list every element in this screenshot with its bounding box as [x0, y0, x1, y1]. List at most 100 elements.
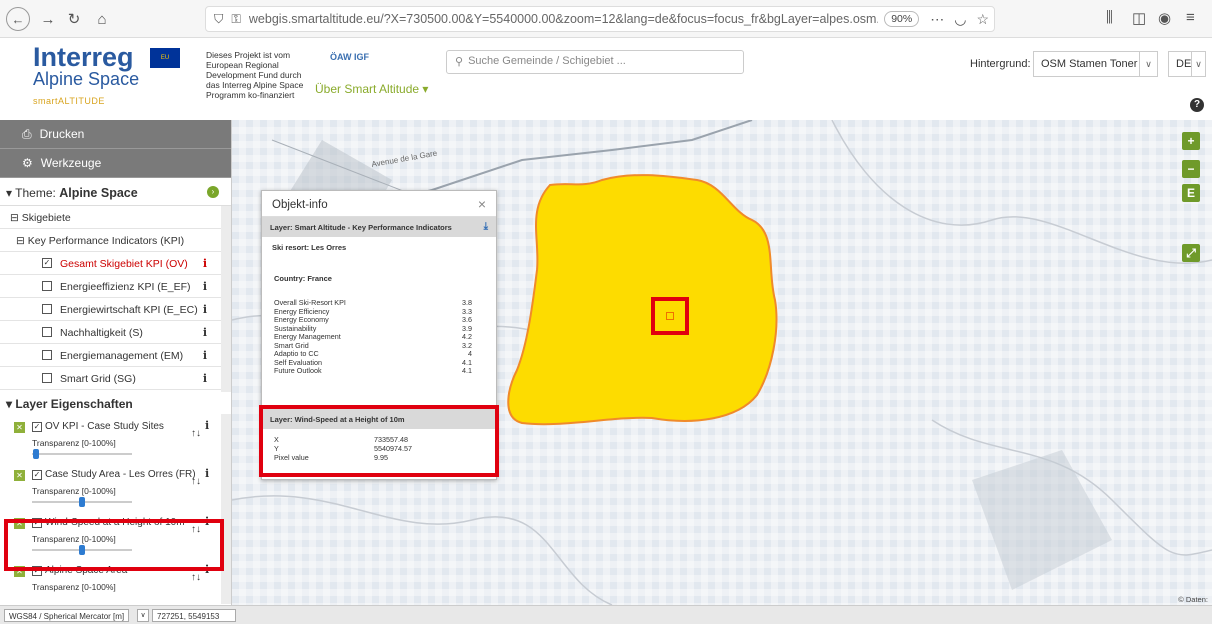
tree-node-kpi-group[interactable]: ⊟ Key Performance Indicators (KPI): [0, 229, 231, 252]
logo-text-alpine-space: Alpine Space: [33, 69, 140, 89]
zoom-level[interactable]: 90%: [884, 11, 920, 27]
tree-item-e-ef[interactable]: Energieeffizienz KPI (E_EF) i: [0, 275, 231, 298]
library-icon[interactable]: ⫼: [1106, 9, 1113, 26]
checkbox-checked[interactable]: ✓: [42, 258, 52, 268]
url-bar[interactable]: ⛉ ⚿ webgis.smartaltitude.eu/?X=730500.00…: [205, 6, 995, 32]
extent-button[interactable]: E: [1182, 184, 1200, 202]
info-icon[interactable]: i: [203, 303, 207, 316]
tree-item-s[interactable]: Nachhaltigkeit (S) i: [0, 321, 231, 344]
crs-select[interactable]: WGS84 / Spherical Mercator [m]: [4, 609, 130, 622]
app-header: Interreg EU Alpine Space smartALTITUDE D…: [0, 38, 1212, 120]
account-icon[interactable]: ◉: [1158, 9, 1171, 27]
download-icon[interactable]: ⤓: [484, 221, 488, 232]
layer-header-label: Layer: Smart Altitude - Key Performance …: [270, 223, 452, 232]
layer-properties-header[interactable]: ▾ Layer Eigenschaften: [0, 392, 231, 414]
close-icon[interactable]: ×: [478, 196, 486, 212]
transparency-slider[interactable]: [32, 497, 132, 507]
info-icon[interactable]: i: [205, 467, 209, 480]
theme-selector[interactable]: ▾ Theme: Alpine Space ›: [0, 178, 231, 206]
chevron-down-icon: ∨: [1139, 52, 1157, 76]
ueber-menu[interactable]: Über Smart Altitude ▾: [315, 82, 428, 96]
home-icon[interactable]: ⌂: [90, 7, 114, 31]
layer-scrollbar[interactable]: [221, 414, 231, 604]
reorder-arrows-icon[interactable]: ↑↓: [191, 572, 201, 583]
layer-properties-title: Layer Eigenschaften: [15, 397, 133, 411]
project-funding-text: Dieses Projekt ist vom European Regional…: [206, 50, 304, 100]
theme-name: Alpine Space: [59, 186, 138, 200]
background-select[interactable]: OSM Stamen Toner ∨: [1033, 51, 1158, 77]
print-button[interactable]: ⎙ Drucken: [0, 120, 231, 149]
remove-layer-icon[interactable]: ✕: [14, 422, 25, 433]
tools-button[interactable]: ⚙ Werkzeuge: [0, 149, 231, 178]
layer-name: OV KPI - Case Study Sites: [45, 421, 164, 432]
reorder-arrows-icon[interactable]: ↑↓: [191, 428, 201, 439]
fullscreen-button[interactable]: ⤢: [1182, 244, 1200, 262]
gears-icon: ⚙: [22, 156, 33, 170]
kpi-name: Future Outlook: [274, 366, 322, 375]
checkbox[interactable]: [42, 327, 52, 337]
info-icon[interactable]: i: [203, 372, 207, 385]
transparency-label: Transparenz [0-100%]: [32, 486, 116, 496]
slider-knob[interactable]: [79, 497, 85, 507]
layer-visibility-checkbox[interactable]: ✓: [32, 422, 42, 432]
info-icon[interactable]: i: [203, 257, 207, 270]
info-icon[interactable]: i: [203, 349, 207, 362]
transparency-slider[interactable]: [32, 449, 132, 459]
print-label: Drucken: [39, 127, 85, 141]
popup-layer-header-kpi: Layer: Smart Altitude - Key Performance …: [262, 217, 496, 237]
tree-node-label: Key Performance Indicators (KPI): [27, 235, 185, 247]
caret-down-icon: ▾: [422, 82, 429, 96]
caret-down-icon: ▾: [6, 397, 13, 411]
reload-icon[interactable]: ↻: [62, 7, 86, 31]
tree-item-label: Smart Grid (SG): [60, 373, 136, 385]
search-input[interactable]: ⚲ Suche Gemeinde / Schigebiet ...: [446, 50, 744, 74]
tree-item-ov[interactable]: ✓ Gesamt Skigebiet KPI (OV) i: [0, 252, 231, 275]
layer-name: Case Study Area - Les Orres (FR): [45, 469, 196, 480]
collapse-icon: ⊟: [16, 235, 25, 247]
help-icon[interactable]: ?: [1190, 98, 1204, 112]
checkbox[interactable]: [42, 373, 52, 383]
arrow-right-icon[interactable]: ›: [207, 186, 219, 198]
slider-knob[interactable]: [33, 449, 39, 459]
zoom-in-button[interactable]: +: [1182, 132, 1200, 150]
checkbox[interactable]: [42, 350, 52, 360]
language-value: DE: [1176, 58, 1192, 70]
tree-scrollbar[interactable]: [221, 206, 231, 392]
layer-properties-list: ✕ ✓ OV KPI - Case Study Sites Transparen…: [0, 414, 231, 604]
checkbox[interactable]: [42, 281, 52, 291]
url-text[interactable]: webgis.smartaltitude.eu/?X=730500.00&Y=5…: [249, 12, 878, 26]
collapse-icon: ⊟: [10, 212, 19, 224]
more-icon[interactable]: ⋯: [930, 11, 944, 28]
wind-info-highlight-box: [259, 405, 499, 477]
back-icon[interactable]: ←: [6, 7, 30, 31]
pocket-icon[interactable]: ◡: [954, 11, 966, 28]
interreg-logo[interactable]: Interreg EU Alpine Space smartALTITUDE: [24, 40, 194, 118]
caret-down-icon: ▾: [6, 186, 13, 200]
info-icon[interactable]: i: [205, 419, 209, 432]
remove-layer-icon[interactable]: ✕: [14, 470, 25, 481]
menu-icon[interactable]: ≡: [1186, 9, 1195, 26]
tree-item-label: Energieeffizienz KPI (E_EF): [60, 281, 191, 293]
tree-item-label: Energiemanagement (EM): [60, 350, 184, 362]
forward-icon[interactable]: →: [36, 7, 60, 31]
language-select[interactable]: DE ∨: [1168, 51, 1206, 77]
kpi-table: Overall Ski-Resort KPI 3.8 Energy Efficie…: [274, 298, 472, 376]
tree-node-label: Skigebiete: [21, 212, 71, 224]
zoom-out-button[interactable]: −: [1182, 160, 1200, 178]
layer-highlight-box: [4, 519, 224, 571]
status-bar: © Daten: WGS84 / Spherical Mercator [m] …: [0, 595, 1212, 624]
checkbox[interactable]: [42, 304, 52, 314]
tree-item-em[interactable]: Energiemanagement (EM) i: [0, 344, 231, 367]
chevron-down-icon[interactable]: ∨: [137, 609, 149, 622]
map-attribution[interactable]: © Daten:: [1178, 595, 1208, 604]
reorder-arrows-icon[interactable]: ↑↓: [191, 476, 201, 487]
layer-visibility-checkbox[interactable]: ✓: [32, 470, 42, 480]
bookmark-star-icon[interactable]: ☆: [976, 11, 989, 28]
tree-node-skigebiete[interactable]: ⊟ Skigebiete: [0, 206, 231, 229]
case-study-area-polygon[interactable]: [507, 174, 778, 426]
sidebar-icon[interactable]: ◫: [1132, 9, 1146, 27]
info-icon[interactable]: i: [203, 280, 207, 293]
tree-item-sg[interactable]: Smart Grid (SG) i: [0, 367, 231, 390]
info-icon[interactable]: i: [203, 326, 207, 339]
tree-item-e-ec[interactable]: Energiewirtschaft KPI (E_EC) i: [0, 298, 231, 321]
